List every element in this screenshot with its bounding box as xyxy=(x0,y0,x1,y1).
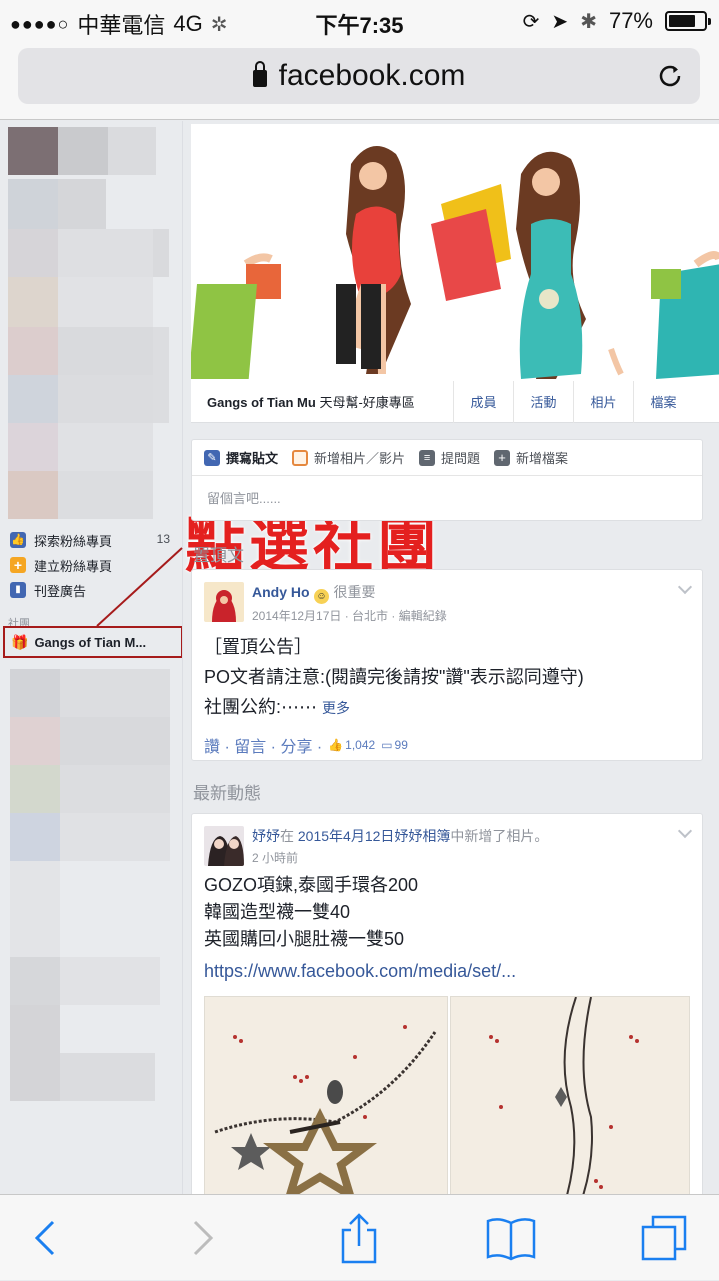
share-button[interactable] xyxy=(314,1195,404,1281)
post-photo-2[interactable] xyxy=(450,996,690,1194)
post-time: 2 小時前 xyxy=(252,851,299,865)
group-cover-photo xyxy=(191,124,719,381)
chevron-right-icon xyxy=(193,1220,214,1256)
post-feeling: 很重要 xyxy=(333,584,376,600)
post-photo-1[interactable] xyxy=(204,996,448,1194)
rotation-lock-icon: ⟳ xyxy=(522,10,540,33)
tab-ask-question[interactable]: ≡ 提問題 xyxy=(419,448,480,467)
bookmarks-button[interactable] xyxy=(466,1195,556,1281)
post-options-chevron-icon[interactable] xyxy=(677,823,693,839)
latest-section-title: 最新動態 xyxy=(193,784,261,803)
url-text: facebook.com xyxy=(278,59,466,92)
browser-toolbar xyxy=(0,1194,719,1280)
avatar[interactable] xyxy=(204,582,244,622)
bracelet-photo xyxy=(451,997,689,1194)
post-options-chevron-icon[interactable] xyxy=(677,579,693,595)
latest-post: 妤妤在 2015年4月12日妤妤相簿中新增了相片。 2 小時前 GOZO項鍊,泰… xyxy=(191,813,703,1194)
left-sidebar: 👍 探索粉絲專頁 13 + 建立粉絲專頁 ▮ 刊登廣告 社團 🎁 Gangs o… xyxy=(0,121,183,1194)
tabs-button[interactable] xyxy=(620,1195,710,1281)
album-link[interactable]: 2015年4月12日妤妤相簿 xyxy=(298,828,451,844)
cover-illustration xyxy=(191,124,719,381)
post-composer: ✎ 撰寫貼文 新增相片／影片 ≡ 提問題 + 新增檔案 留個言吧...... xyxy=(191,439,703,521)
sidebar-item-create-ad[interactable]: ▮ 刊登廣告 xyxy=(10,578,86,602)
tab-members[interactable]: 成員 xyxy=(453,380,513,423)
question-list-icon: ≡ xyxy=(419,449,436,466)
composer-input[interactable]: 留個言吧...... xyxy=(192,476,702,519)
tabs-icon xyxy=(641,1215,687,1261)
group-header-bar: Gangs of Tian Mu 天母幫-好康專區 成員 活動 相片 檔案 xyxy=(191,380,719,423)
sidebar-item-create-page[interactable]: + 建立粉絲專頁 xyxy=(10,553,112,577)
battery-icon xyxy=(665,11,711,31)
group-subtitle: 天母幫-好康專區 xyxy=(319,395,415,410)
see-more-link[interactable]: 更多 xyxy=(322,700,350,716)
pinned-post: Andy Ho ☺ 很重要 2014年12月17日 · 台北市 · 編輯紀錄 ［… xyxy=(191,569,703,761)
avatar[interactable] xyxy=(204,826,244,866)
tab-write-post[interactable]: ✎ 撰寫貼文 xyxy=(204,448,278,467)
bluetooth-icon: ✱ xyxy=(580,10,597,33)
group-name[interactable]: Gangs of Tian Mu xyxy=(207,395,316,410)
battery-percent: 77% xyxy=(608,8,653,33)
comment-icon: ▭ xyxy=(381,738,393,752)
back-button[interactable] xyxy=(0,1195,90,1281)
browser-address-area: facebook.com xyxy=(0,42,719,120)
sidebar-count: 13 xyxy=(156,532,170,546)
tab-photos[interactable]: 相片 xyxy=(573,380,633,423)
post-body: ［置頂公告］ PO文者請注意:(閱讀完後請按"讚"表示認同遵守) 社團公約:⋯⋯… xyxy=(204,637,584,717)
like-comment-share-links[interactable]: 讚 · 留言 · 分享 · xyxy=(204,733,322,757)
reload-icon[interactable] xyxy=(654,60,686,92)
location-arrow-icon: ➤ xyxy=(551,10,569,33)
add-file-icon: + xyxy=(494,449,511,466)
like-count[interactable]: 👍 1,042 xyxy=(328,738,375,752)
lock-icon xyxy=(252,60,267,87)
status-bar: ●●●●○ 中華電信 4G ✲ 下午7:35 ⟳ ➤ ✱ 77% xyxy=(0,0,719,42)
bar-chart-icon: ▮ xyxy=(10,582,26,598)
blurred-content-lower xyxy=(10,669,60,717)
tab-add-file[interactable]: + 新增檔案 xyxy=(494,448,568,467)
blurred-content xyxy=(8,127,58,175)
necklace-photo xyxy=(205,997,447,1194)
pencil-icon: ✎ xyxy=(204,449,220,466)
comment-count[interactable]: ▭ 99 xyxy=(381,738,408,752)
thumbs-up-icon: 👍 xyxy=(10,532,26,548)
sidebar-item-group[interactable]: 🎁 Gangs of Tian M... xyxy=(3,626,182,658)
tab-add-photo-video[interactable]: 新增相片／影片 xyxy=(292,448,405,467)
tab-files[interactable]: 檔案 xyxy=(633,380,693,423)
smile-icon: ☺ xyxy=(314,589,330,604)
post-meta: 2014年12月17日 · 台北市 · 編輯紀錄 xyxy=(252,609,447,623)
gift-icon: 🎁 xyxy=(11,633,29,650)
plus-icon: + xyxy=(10,557,26,573)
photo-icon xyxy=(292,449,309,466)
post-body: GOZO項鍊,泰國手環各200 韓國造型襪一雙40 英國購回小腿肚襪一雙50 h… xyxy=(204,872,516,985)
post-link[interactable]: https://www.facebook.com/media/set/... xyxy=(204,958,516,985)
sidebar-item-explore-pages[interactable]: 👍 探索粉絲專頁 xyxy=(10,528,112,552)
post-actions: 讚 · 留言 · 分享 · 👍 1,042 ▭ 99 xyxy=(204,733,408,757)
post-author[interactable]: Andy Ho xyxy=(252,584,310,600)
pinned-section-title: 置頂文 xyxy=(193,546,244,565)
post-author[interactable]: 妤妤 xyxy=(252,828,280,844)
chevron-left-icon xyxy=(34,1220,55,1256)
tab-events[interactable]: 活動 xyxy=(513,380,573,423)
like-icon: 👍 xyxy=(328,738,344,752)
main-content: Gangs of Tian Mu 天母幫-好康專區 成員 活動 相片 檔案 ✎ … xyxy=(191,121,719,1194)
book-icon xyxy=(486,1218,536,1261)
share-icon xyxy=(341,1213,377,1264)
forward-button[interactable] xyxy=(158,1195,248,1281)
address-bar[interactable]: facebook.com xyxy=(18,48,700,104)
